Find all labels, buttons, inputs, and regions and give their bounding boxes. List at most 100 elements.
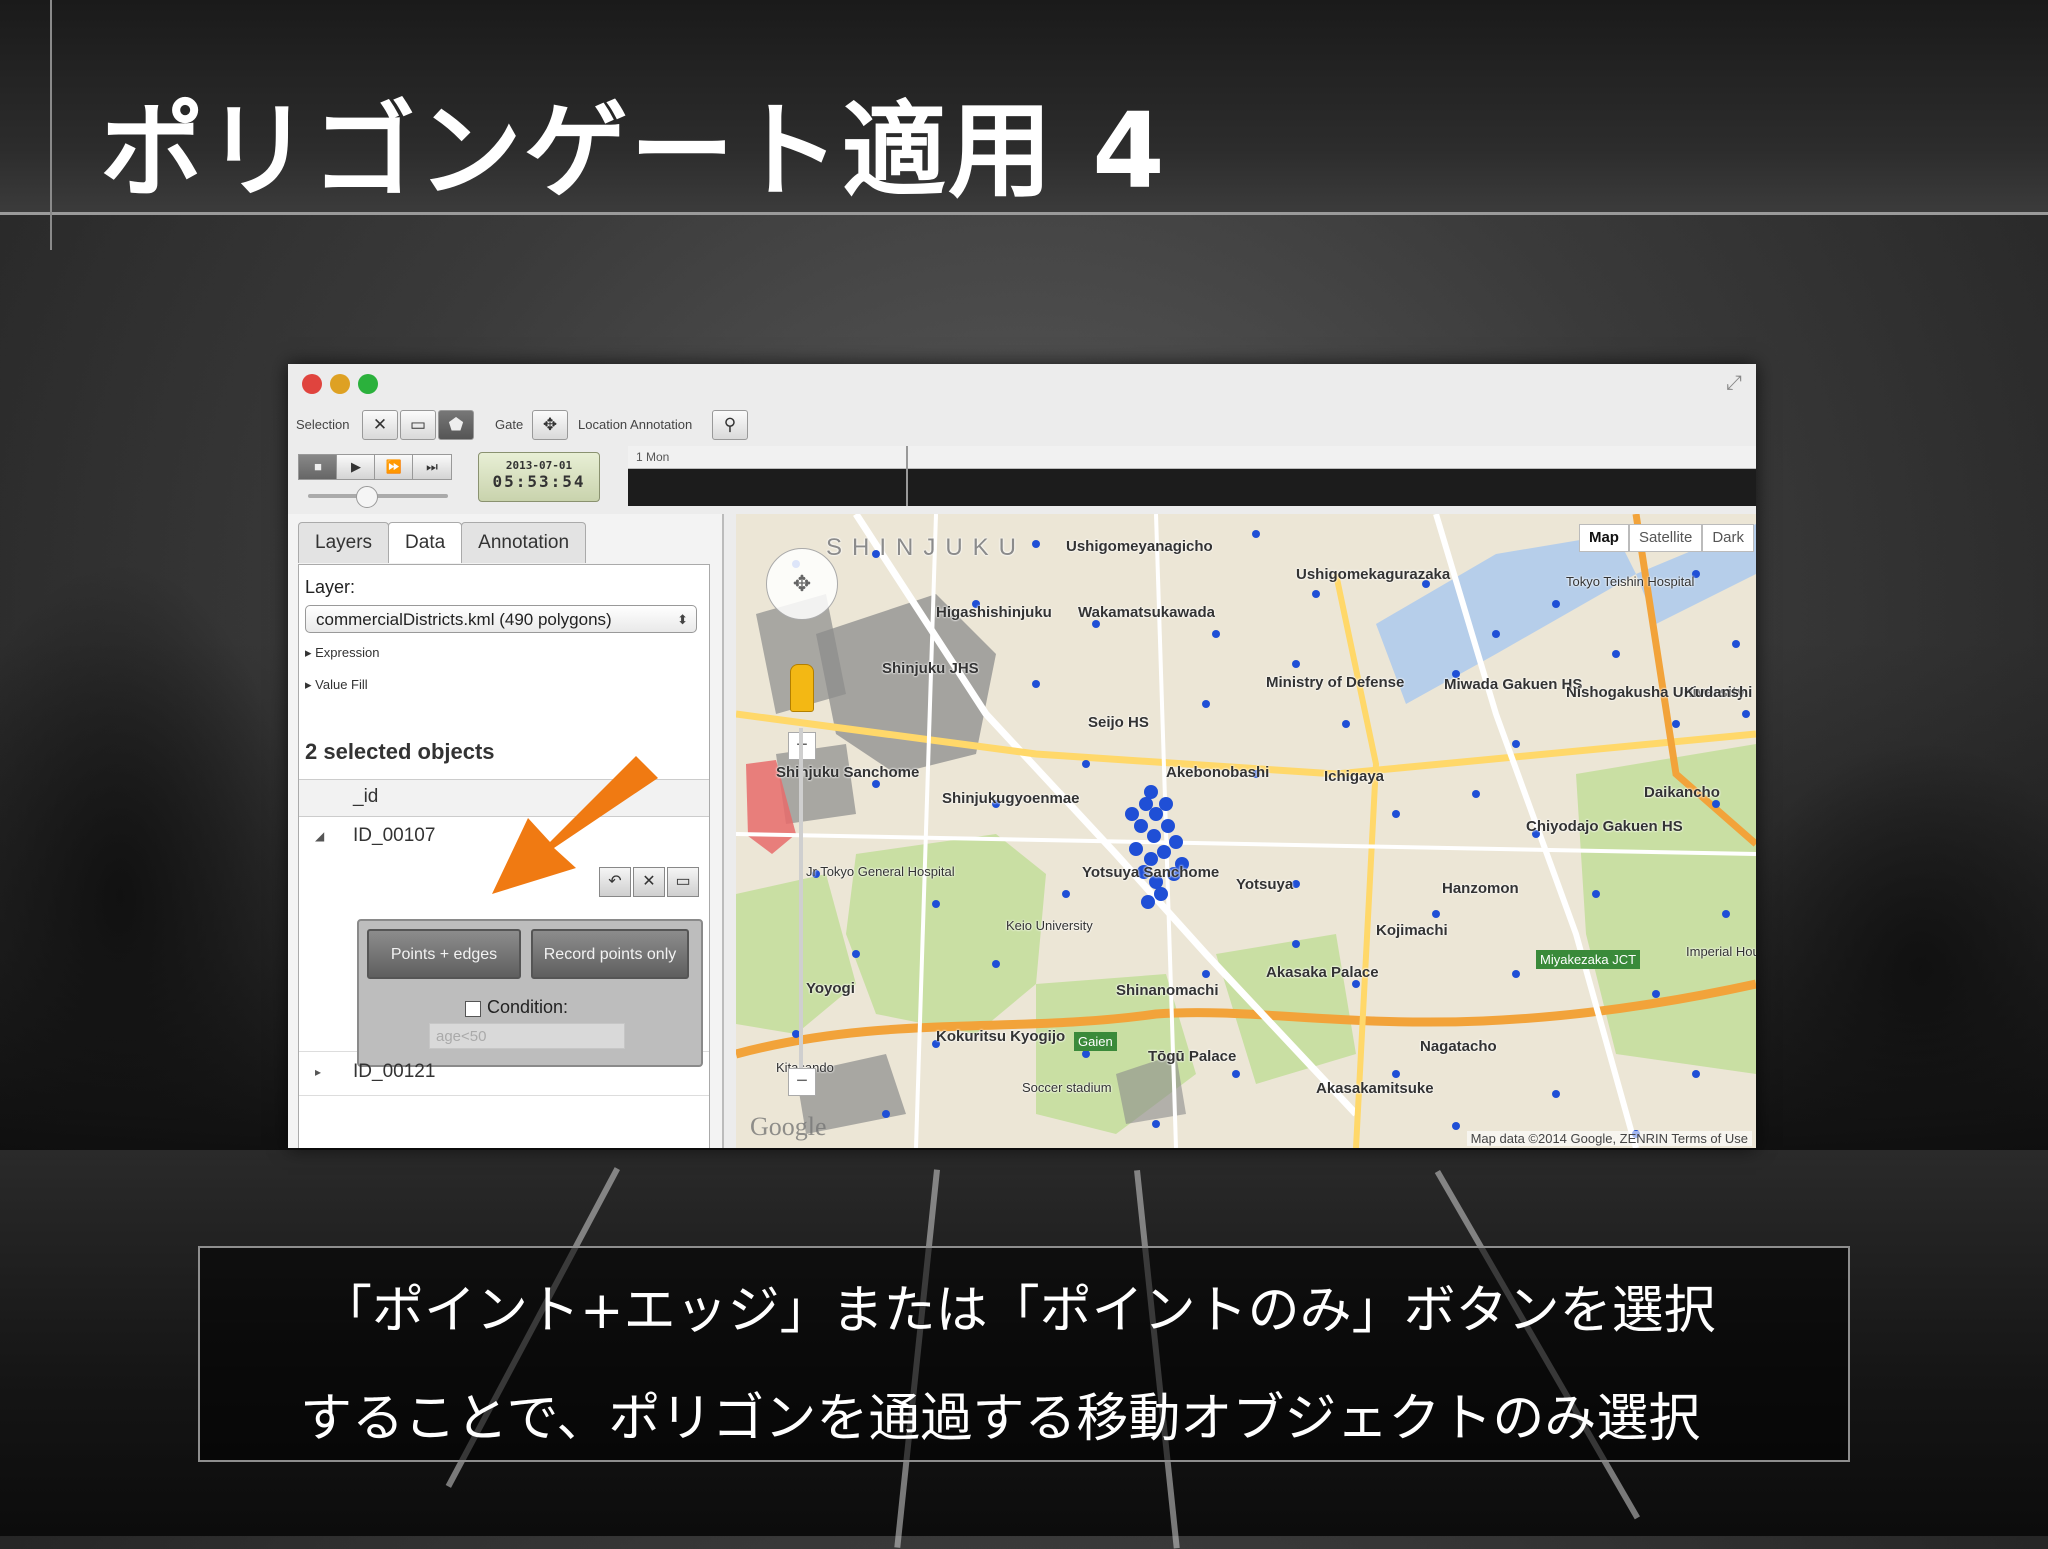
- map-label-daikancho: Daikancho: [1644, 784, 1720, 801]
- collapse-triangle-icon[interactable]: ◢: [315, 829, 324, 843]
- condition-label: Condition:: [487, 997, 569, 1017]
- play-icon: ▶: [351, 459, 361, 474]
- map-label-togu-palace: Tōgū Palace: [1148, 1048, 1237, 1065]
- window-minimize-button[interactable]: [330, 374, 350, 394]
- google-logo: Google: [750, 1112, 827, 1141]
- points-edges-button[interactable]: Points + edges: [367, 929, 521, 979]
- map-label-shinjukugyoenmae: Shinjukugyoenmae: [942, 790, 1080, 807]
- map-label-ministry-of-defense: Ministry of Defense: [1266, 674, 1405, 691]
- map-label-miwada: Miwada Gakuen HS: [1444, 676, 1583, 693]
- map-label-tokyo-teishin: Tokyo Teishin Hospital: [1566, 574, 1695, 589]
- selected-objects-heading: 2 selected objects: [305, 739, 495, 764]
- condition-input[interactable]: age<50: [429, 1023, 625, 1049]
- value-fill-disclosure[interactable]: ▸ Value Fill: [305, 677, 368, 693]
- map-type-map-button[interactable]: Map: [1578, 524, 1629, 552]
- map-label-imperial-household: Imperial Household Agency: [1686, 944, 1756, 959]
- map-type-selector: Map Satellite Dark: [1578, 524, 1754, 552]
- row-id: ID_00107: [353, 825, 436, 846]
- map-label-kokuritsu-kyogijo: Kokuritsu Kyogijo: [936, 1028, 1066, 1045]
- layer-select[interactable]: commercialDistricts.kml (490 polygons) ⬍: [305, 605, 697, 633]
- rect-select-button[interactable]: ▭: [400, 410, 436, 440]
- speed-slider-track[interactable]: [308, 494, 448, 498]
- pin-annotation-button[interactable]: ⚲: [712, 410, 748, 440]
- record-points-only-button[interactable]: Record points only: [531, 929, 689, 979]
- expression-label: Expression: [315, 645, 380, 660]
- map-label-nagatacho: Nagatacho: [1420, 1038, 1497, 1055]
- map-label-soccer-stadium: Soccer stadium: [1022, 1080, 1112, 1095]
- panel-tabs: Layers Data Annotation: [298, 522, 587, 564]
- map-label-akasaka-palace: Akasaka Palace: [1266, 964, 1379, 981]
- select-arrows-icon: ⬍: [677, 612, 688, 627]
- close-icon: ✕: [372, 415, 388, 434]
- skip-end-button[interactable]: ⏭: [412, 454, 452, 480]
- fast-forward-icon: ⏩: [385, 459, 403, 474]
- orange-arrow-icon: [492, 756, 658, 894]
- clock-display: 05:53:54: [492, 472, 586, 491]
- caption-line-1: 「ポイント+エッジ」または「ポイントのみ」ボタンを選択: [320, 1281, 1716, 1341]
- map-view[interactable]: SHINJUKU Ushigomeyanagicho Ushigomekagur…: [736, 514, 1756, 1148]
- map-label-akebonobashi: Akebonobashi: [1166, 764, 1270, 781]
- map-label-chiyodajo: Chiyodajo Gakuen HS: [1526, 818, 1683, 835]
- polygon-select-button[interactable]: ⬟: [438, 410, 474, 440]
- map-label-miyakezaka: Miyakezaka JCT: [1536, 950, 1641, 969]
- map-label-yoyogi: Yoyogi: [806, 980, 855, 997]
- timeline[interactable]: 1 Mon: [628, 446, 1756, 506]
- window-icon[interactable]: ▭: [667, 867, 699, 897]
- map-type-satellite-button[interactable]: Satellite: [1628, 524, 1703, 552]
- map-label-shinjuku-jhs: Shinjuku JHS: [882, 660, 979, 677]
- caption-line-2: することで、ポリゴンを通過する移動オブジェクトのみ選択: [300, 1389, 1701, 1449]
- map-label-gaien: Gaien: [1074, 1032, 1117, 1051]
- map-label-shinanomachi: Shinanomachi: [1116, 982, 1219, 999]
- street-view-pegman-icon[interactable]: [790, 664, 814, 712]
- tab-layers[interactable]: Layers: [298, 522, 390, 563]
- map-attribution[interactable]: Map data ©2014 Google, ZENRIN Terms of U…: [1466, 1131, 1752, 1146]
- close-selection-button[interactable]: ✕: [362, 410, 398, 440]
- map-label-seijo-hs: Seijo HS: [1088, 714, 1149, 731]
- timeline-label: 1 Mon: [636, 450, 670, 464]
- stop-button[interactable]: ■: [298, 454, 338, 480]
- polygon-select-icon: ⬟: [448, 415, 464, 434]
- gate-move-icon: ✥: [542, 415, 558, 434]
- play-button[interactable]: ▶: [336, 454, 376, 480]
- fast-forward-button[interactable]: ⏩: [374, 454, 414, 480]
- gate-label: Gate: [495, 417, 524, 432]
- fullscreen-icon[interactable]: ⤢: [1726, 372, 1742, 395]
- gate-move-button[interactable]: ✥: [532, 410, 568, 440]
- map-label-ushigome-kagurazaka: Ushigomekagurazaka: [1296, 566, 1451, 583]
- map-label-ushigome-yanagicho: Ushigomeyanagicho: [1066, 538, 1213, 555]
- expression-disclosure[interactable]: ▸ Expression: [305, 645, 379, 661]
- caption-box: 「ポイント+エッジ」または「ポイントのみ」ボタンを選択 することで、ポリゴンを通…: [198, 1246, 1850, 1462]
- window-close-button[interactable]: [302, 374, 322, 394]
- zoom-out-button[interactable]: −: [788, 1068, 816, 1096]
- map-label-tokyo-hospital: Jr Tokyo General Hospital: [806, 864, 955, 879]
- map-label-yotsuya-sanchome: Yotsuya Sanchome: [1082, 864, 1220, 881]
- pan-arrows-icon: ✥: [792, 571, 812, 596]
- window-zoom-button[interactable]: [358, 374, 378, 394]
- map-label-wakamatsukawada: Wakamatsukawada: [1078, 604, 1216, 621]
- background-trees-left: [0, 560, 300, 1120]
- timeline-ruler: 1 Mon: [628, 446, 1756, 469]
- tab-data[interactable]: Data: [388, 522, 463, 563]
- speed-slider-knob[interactable]: [356, 486, 378, 508]
- rect-select-icon: ▭: [409, 415, 427, 434]
- condition-checkbox[interactable]: [465, 1001, 481, 1017]
- row-id: ID_00121: [353, 1061, 436, 1082]
- selection-label: Selection: [296, 417, 350, 432]
- title-divider: [50, 0, 52, 250]
- playback-row: ■ ▶ ⏩ ⏭ 2013-07-01 05:53:54 1 Mon: [288, 446, 1756, 512]
- id-column-label: _id: [353, 786, 379, 807]
- pan-control[interactable]: ✥: [766, 548, 838, 620]
- timeline-cursor[interactable]: [906, 446, 908, 506]
- map-type-dark-button[interactable]: Dark: [1702, 524, 1754, 552]
- zoom-slider-track[interactable]: [799, 728, 803, 1068]
- layer-select-value: commercialDistricts.kml (490 polygons): [316, 610, 612, 629]
- map-label-yotsuya: Yotsuya: [1236, 876, 1294, 893]
- minus-icon: −: [796, 1070, 808, 1092]
- map-label-ichigaya: Ichigaya: [1324, 768, 1385, 785]
- map-label-kojimachi: Kojimachi: [1376, 922, 1448, 939]
- table-row[interactable]: ▸ ID_00121: [299, 1053, 709, 1096]
- map-label-keio-university: Keio University: [1006, 918, 1093, 933]
- time-display: 2013-07-01 05:53:54: [478, 452, 600, 502]
- tab-annotation[interactable]: Annotation: [461, 522, 587, 563]
- expand-triangle-icon[interactable]: ▸: [315, 1065, 321, 1079]
